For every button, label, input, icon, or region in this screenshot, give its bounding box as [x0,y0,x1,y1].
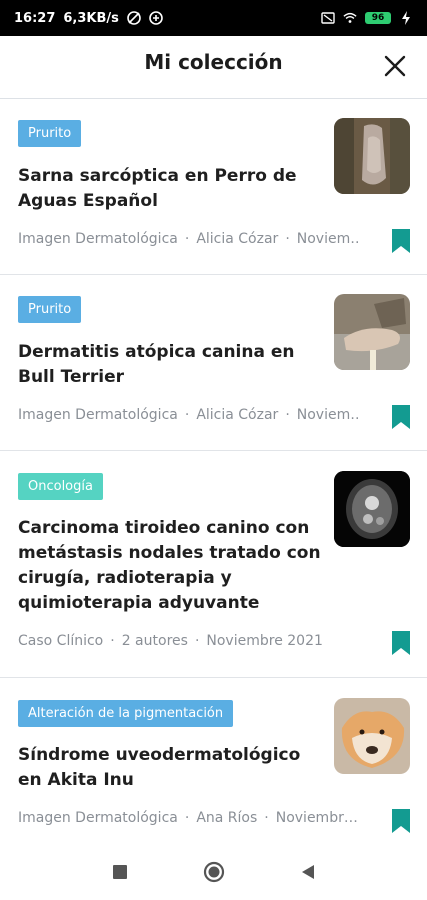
meta-date: Noviem… [296,407,358,423]
category-tag: Prurito [18,296,82,323]
meta-author: Ana Ríos [196,810,258,826]
card-meta: Imagen Dermatológica · Alicia Cózar · Noviem… [18,407,358,423]
charging-icon [402,11,410,25]
bookmark-icon[interactable] [391,404,411,430]
wifi-icon [343,12,357,23]
bookmark-icon[interactable] [391,808,411,834]
meta-type: Imagen Dermatológica [18,407,178,423]
card-title: Síndrome uveodermatológico en Akita Inu [18,745,301,790]
collection-card[interactable]: Prurito Sarna sarcóptica en Perro de Agu… [0,99,427,275]
system-navigation-bar [0,844,427,900]
data-saver-icon [149,11,163,25]
meta-type: Caso Clínico [18,633,104,649]
status-time: 16:27 [14,10,56,26]
status-network-speed: 6,3KB/s [63,10,119,26]
card-title: Dermatitis atópica canina en Bull Terrie… [18,342,295,387]
status-bar: 16:27 6,3KB/s 96 [0,0,427,36]
close-icon[interactable] [381,52,409,80]
card-meta: Imagen Dermatológica · Alicia Cózar · Noviem… [18,231,358,247]
bookmark-icon[interactable] [391,630,411,656]
bookmark-icon[interactable] [391,228,411,254]
collection-list: Prurito Sarna sarcóptica en Perro de Agu… [0,99,427,849]
page-title: Mi colección [144,50,283,74]
circle-icon [203,861,224,883]
square-icon [112,865,127,879]
card-meta: Caso Clínico · 2 autores · Noviembre 2021 [18,633,323,649]
battery-indicator: 96 [365,12,391,24]
sim-icon [321,12,335,24]
card-thumbnail [334,294,410,370]
home-button[interactable] [203,861,225,883]
meta-type: Imagen Dermatológica [18,810,178,826]
category-tag: Oncología [18,473,103,500]
meta-author: Alicia Cózar [196,231,279,247]
mute-icon [127,11,141,25]
back-button[interactable] [297,861,319,883]
card-thumbnail [334,698,410,774]
meta-date: Noviembr… [275,810,358,826]
collection-card[interactable]: Prurito Dermatitis atópica canina en Bul… [0,275,427,451]
meta-authors: 2 autores [121,633,188,649]
card-thumbnail [334,471,410,547]
card-meta: Imagen Dermatológica · Ana Ríos · Noviembr… [18,810,358,826]
meta-date: Noviem… [296,231,358,247]
meta-type: Imagen Dermatológica [18,231,178,247]
meta-date: Noviembre 2021 [206,633,323,649]
card-thumbnail [334,118,410,194]
app-header: Mi colección [0,36,427,99]
triangle-back-icon [301,865,314,879]
recents-button[interactable] [109,861,131,883]
category-tag: Alteración de la pigmentación [18,700,234,727]
category-tag: Prurito [18,120,82,147]
collection-card[interactable]: Alteración de la pigmentación Síndrome u… [0,678,427,849]
card-title: Carcinoma tiroideo canino con metástasis… [18,518,321,613]
card-title: Sarna sarcóptica en Perro de Aguas Españ… [18,166,297,211]
meta-author: Alicia Cózar [196,407,279,423]
collection-card[interactable]: Oncología Carcinoma tiroideo canino con … [0,451,427,678]
